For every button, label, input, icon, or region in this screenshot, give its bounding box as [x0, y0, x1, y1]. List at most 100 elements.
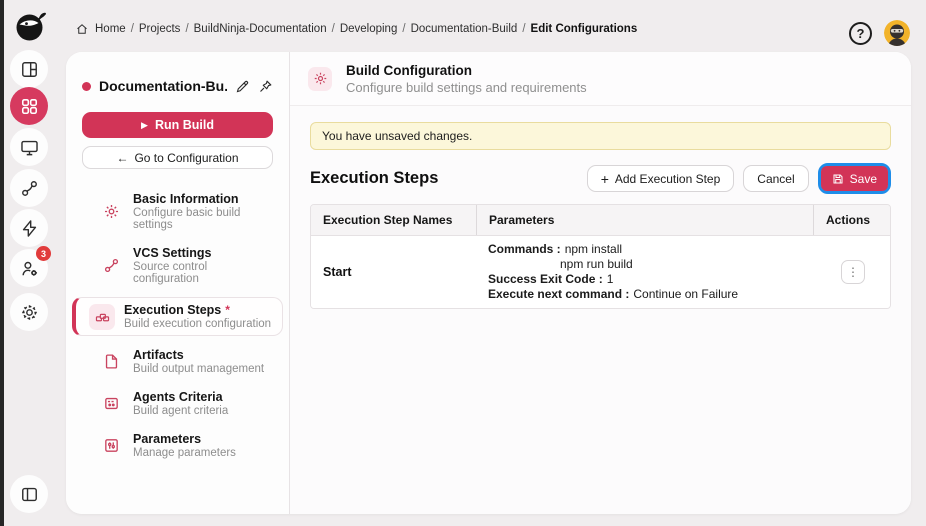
sidebar-item-description: Source control configuration [133, 261, 269, 285]
app-screen: 3 Home / Projects / BuildNinja-Documenta… [0, 0, 926, 526]
go-to-configuration-label: Go to Configuration [134, 151, 238, 165]
add-execution-step-button[interactable]: + Add Execution Step [587, 165, 735, 192]
monitor-icon [20, 138, 39, 157]
notification-badge: 3 [36, 246, 51, 261]
section-title: Execution Steps [310, 169, 438, 188]
unsaved-status-dot [82, 82, 91, 91]
column-header-actions: Actions [813, 205, 890, 235]
panel-subtitle: Configure build settings and requirement… [346, 80, 587, 95]
required-marker: * [225, 303, 230, 317]
play-icon: ▶ [141, 121, 148, 130]
execution-steps-icon [89, 304, 115, 330]
sidebar-item-label: Basic Information [133, 192, 239, 206]
step-parameters-cell: Commands : npm install npm run build Succ… [476, 236, 813, 308]
sidebar-item-artifacts[interactable]: Artifacts Build output management [82, 345, 273, 378]
agent-icon [98, 391, 124, 417]
git-branch-icon [98, 253, 124, 279]
topbar-actions: ? [849, 20, 910, 46]
sidebar-item-description: Manage parameters [133, 447, 236, 459]
param-label: Commands : [488, 242, 561, 256]
build-config-gear-icon [308, 67, 332, 91]
sidebar-item-description: Build execution configuration [124, 318, 271, 330]
pin-icon[interactable] [258, 79, 273, 94]
edit-pencil-icon[interactable] [235, 79, 250, 94]
sidebar-item-parameters[interactable]: Parameters Manage parameters [82, 429, 273, 462]
param-value: 1 [607, 272, 614, 286]
sidebar-item-basic-information[interactable]: Basic Information Configure basic build … [82, 189, 273, 234]
rail-settings-button[interactable] [10, 293, 48, 331]
table-header: Execution Step Names Parameters Actions [311, 205, 890, 236]
breadcrumb-separator: / [402, 23, 405, 35]
breadcrumb-item-subproject[interactable]: Developing [340, 23, 398, 35]
git-branch-icon [20, 179, 39, 198]
sidebar-item-label: Execution Steps [124, 303, 221, 317]
param-value: npm install [565, 242, 622, 256]
save-button-highlight: Save [818, 163, 891, 194]
sidebar-item-label: Parameters [133, 432, 201, 446]
breadcrumb-item-build[interactable]: Documentation-Build [411, 23, 518, 35]
rail-users-button[interactable]: 3 [10, 249, 48, 287]
sidebar-item-vcs-settings[interactable]: VCS Settings Source control configuratio… [82, 243, 273, 288]
plus-icon: + [601, 172, 609, 186]
run-build-button[interactable]: ▶ Run Build [82, 112, 273, 138]
breadcrumb-item-home[interactable]: Home [95, 23, 126, 35]
gear-icon [98, 199, 124, 225]
icon-rail: 3 [4, 0, 62, 526]
apps-grid-icon [20, 97, 39, 116]
main-card: Documentation-Bu... ▶ Run Build ← Go to … [66, 52, 911, 514]
step-actions-cell: ⋮ [813, 236, 890, 308]
rail-vcs-button[interactable] [10, 169, 48, 207]
file-icon [98, 349, 124, 375]
project-title: Documentation-Bu... [99, 78, 227, 94]
layout-icon [20, 60, 39, 79]
breadcrumb-separator: / [185, 23, 188, 35]
save-button[interactable]: Save [821, 166, 888, 191]
rail-builds-button[interactable] [10, 209, 48, 247]
column-header-step-names: Execution Step Names [311, 205, 476, 235]
config-section-menu: Basic Information Configure basic build … [82, 189, 273, 462]
sidebar-item-label: Agents Criteria [133, 390, 223, 404]
column-header-parameters: Parameters [476, 205, 813, 235]
run-build-label: Run Build [155, 118, 214, 132]
help-icon[interactable]: ? [849, 22, 872, 45]
lightning-icon [20, 219, 39, 238]
save-label: Save [850, 172, 877, 186]
unsaved-changes-banner: You have unsaved changes. [310, 122, 891, 150]
add-execution-step-label: Add Execution Step [615, 172, 720, 186]
sidebar-item-label: VCS Settings [133, 246, 212, 260]
step-name-cell: Start [311, 236, 476, 308]
breadcrumb-separator: / [332, 23, 335, 35]
breadcrumb-separator: / [131, 23, 134, 35]
panel-header: Build Configuration Configure build sett… [290, 52, 911, 106]
arrow-left-icon: ← [116, 151, 128, 165]
row-kebab-menu-icon[interactable]: ⋮ [841, 260, 865, 284]
param-value: npm run build [560, 257, 633, 271]
param-label: Success Exit Code : [488, 272, 603, 286]
build-sidebar: Documentation-Bu... ▶ Run Build ← Go to … [66, 52, 290, 514]
gear-icon [20, 303, 39, 322]
rail-agents-button[interactable] [10, 128, 48, 166]
sidebar-item-agents-criteria[interactable]: Agents Criteria Build agent criteria [82, 387, 273, 420]
panel-title: Build Configuration [346, 63, 587, 78]
go-to-configuration-button[interactable]: ← Go to Configuration [82, 146, 273, 169]
user-gear-icon [20, 259, 39, 278]
breadcrumb-item-projects[interactable]: Projects [139, 23, 181, 35]
sidebar-item-description: Build agent criteria [133, 405, 228, 417]
execution-steps-toolbar: Execution Steps + Add Execution Step Can… [310, 163, 891, 194]
breadcrumb: Home / Projects / BuildNinja-Documentati… [76, 23, 637, 35]
rail-projects-button[interactable] [10, 87, 48, 125]
project-header: Documentation-Bu... [82, 78, 273, 94]
parameters-icon [98, 433, 124, 459]
home-icon [76, 23, 88, 35]
sidebar-item-description: Build output management [133, 363, 264, 375]
build-configuration-panel: Build Configuration Configure build sett… [290, 52, 911, 514]
user-avatar[interactable] [884, 20, 910, 46]
table-row: Start Commands : npm install npm run buil… [311, 236, 890, 308]
cancel-button[interactable]: Cancel [743, 165, 808, 192]
breadcrumb-item-project[interactable]: BuildNinja-Documentation [194, 23, 327, 35]
rail-dashboard-button[interactable] [10, 50, 48, 88]
sidebar-item-execution-steps[interactable]: Execution Steps * Build execution config… [72, 297, 283, 336]
buildninja-logo-icon[interactable] [13, 7, 49, 43]
breadcrumb-item-current[interactable]: Edit Configurations [531, 23, 638, 35]
rail-collapse-button[interactable] [10, 475, 48, 513]
